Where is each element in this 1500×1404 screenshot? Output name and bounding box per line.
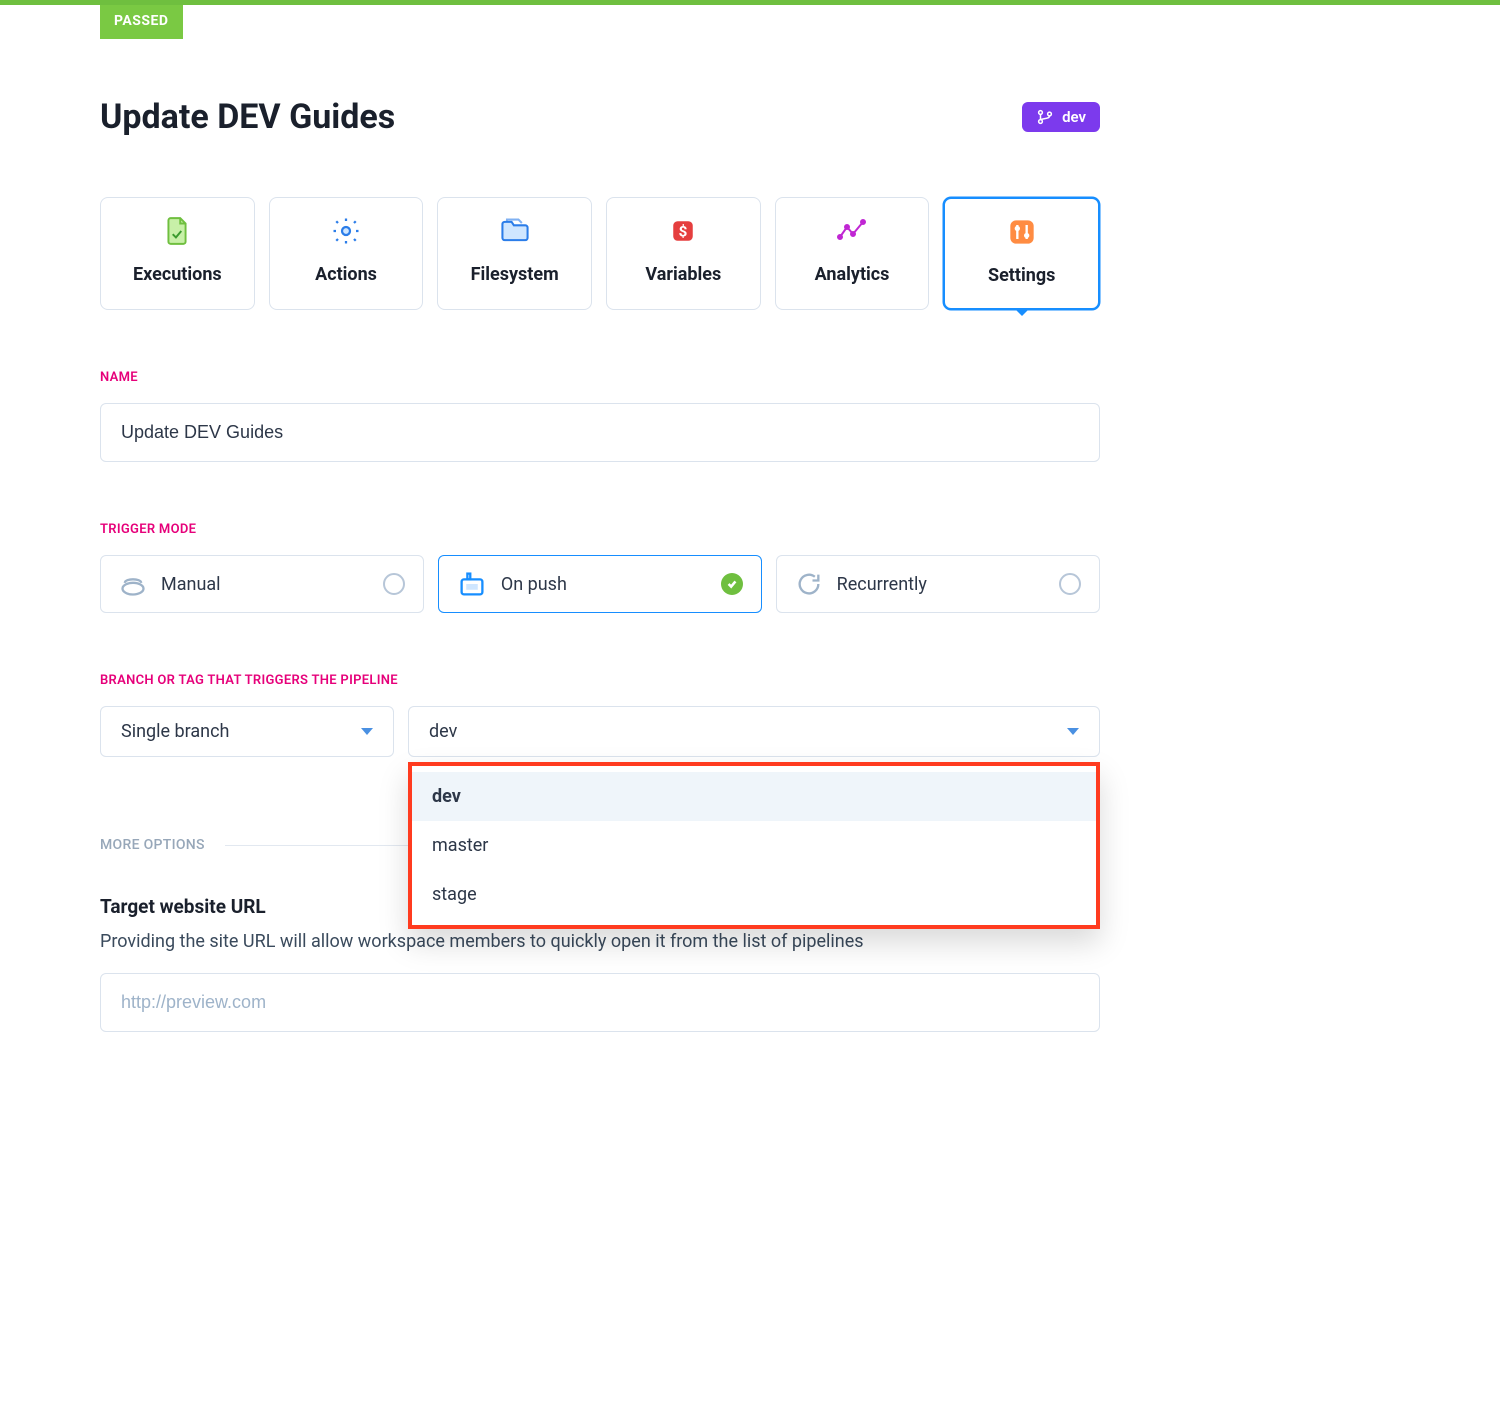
tab-label: Actions — [315, 264, 377, 285]
branch-mode-select[interactable]: Single branch — [100, 706, 394, 757]
status-badge: PASSED — [100, 5, 183, 39]
on-push-icon — [457, 570, 487, 598]
branch-dropdown-panel: dev master stage — [408, 762, 1100, 929]
radio-unchecked-icon — [383, 573, 405, 595]
branch-icon — [1036, 108, 1054, 126]
branch-value-wrap: dev dev master stage — [408, 706, 1100, 757]
executions-icon — [164, 216, 190, 246]
more-options-label: MORE OPTIONS — [100, 837, 205, 853]
header-row: Update DEV Guides dev — [100, 97, 1100, 137]
tab-label: Executions — [133, 264, 222, 285]
actions-icon — [331, 216, 361, 246]
radio-unchecked-icon — [1059, 573, 1081, 595]
trigger-recurrently[interactable]: Recurrently — [776, 555, 1100, 613]
filesystem-icon — [499, 216, 531, 246]
trigger-mode-row: Manual On push Recurrently — [100, 555, 1100, 613]
branch-option-stage[interactable]: stage — [412, 870, 1096, 919]
tab-label: Analytics — [815, 264, 890, 285]
settings-icon — [1008, 217, 1036, 247]
chevron-down-icon — [361, 728, 373, 735]
trigger-label: On push — [501, 574, 567, 595]
branch-option-master[interactable]: master — [412, 821, 1096, 870]
tab-filesystem[interactable]: Filesystem — [437, 197, 592, 310]
branch-option-dev[interactable]: dev — [412, 772, 1096, 821]
tabs-row: Executions Actions Filesystem — [100, 197, 1100, 310]
page-container: PASSED Update DEV Guides dev Executions — [100, 5, 1100, 1072]
trigger-manual[interactable]: Manual — [100, 555, 424, 613]
chevron-down-icon — [1067, 728, 1079, 735]
name-section-label: NAME — [100, 370, 1100, 385]
target-url-description: Providing the site URL will allow worksp… — [100, 928, 1100, 955]
tab-label: Filesystem — [471, 264, 559, 285]
tab-executions[interactable]: Executions — [100, 197, 255, 310]
tab-label: Settings — [988, 265, 1055, 286]
tab-label: Variables — [645, 264, 721, 285]
trigger-on-push[interactable]: On push — [438, 555, 761, 613]
target-url-input[interactable] — [100, 973, 1100, 1032]
analytics-icon — [837, 216, 867, 246]
tab-analytics[interactable]: Analytics — [775, 197, 930, 310]
name-input[interactable] — [100, 403, 1100, 462]
page-title: Update DEV Guides — [100, 97, 395, 137]
trigger-label: Recurrently — [837, 574, 927, 595]
trigger-label: Manual — [161, 574, 221, 595]
svg-text:$: $ — [679, 222, 688, 240]
branch-chip[interactable]: dev — [1022, 102, 1100, 132]
branch-value: dev — [429, 721, 457, 742]
branch-chip-label: dev — [1062, 108, 1086, 126]
variables-icon: $ — [670, 216, 696, 246]
radio-checked-icon — [721, 573, 743, 595]
trigger-section-label: TRIGGER MODE — [100, 522, 1100, 537]
tab-settings[interactable]: Settings — [943, 197, 1100, 310]
branch-section-label: BRANCH OR TAG THAT TRIGGERS THE PIPELINE — [100, 673, 1100, 688]
manual-icon — [119, 570, 147, 598]
tab-variables[interactable]: $ Variables — [606, 197, 761, 310]
tab-actions[interactable]: Actions — [269, 197, 424, 310]
branch-value-select[interactable]: dev — [408, 706, 1100, 757]
branch-mode-value: Single branch — [121, 721, 229, 742]
branch-select-row: Single branch dev dev master stage — [100, 706, 1100, 757]
recurrently-icon — [795, 570, 823, 598]
